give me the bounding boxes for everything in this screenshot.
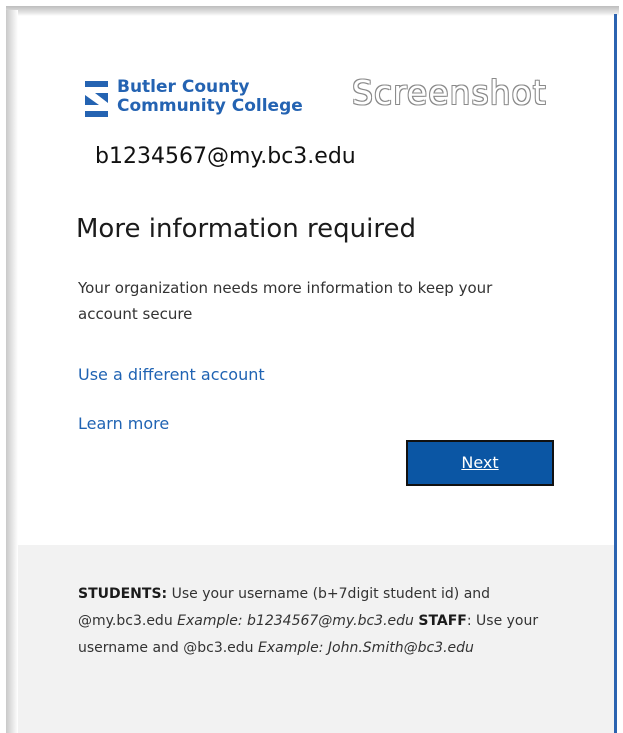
top-edge-shadow: [6, 6, 619, 16]
right-accent-border: [614, 14, 617, 733]
page-title: More information required: [76, 214, 416, 244]
students-example: Example: b1234567@my.bc3.edu: [177, 613, 414, 629]
students-label: STUDENTS:: [78, 586, 168, 602]
account-email: b1234567@my.bc3.edu: [95, 144, 356, 169]
page-description: Your organization needs more information…: [78, 279, 493, 323]
sign-in-card: Butler County Community College Screensh…: [18, 16, 614, 733]
college-name: Butler County Community College: [117, 78, 303, 116]
use-different-account-link[interactable]: Use a different account: [78, 364, 265, 386]
screenshot-watermark: Screenshot: [352, 73, 547, 112]
college-logo: Butler County Community College: [81, 75, 303, 127]
staff-example: Example: John.Smith@bc3.edu: [258, 640, 474, 656]
login-instructions: STUDENTS: Use your username (b+7digit st…: [78, 581, 548, 662]
college-name-line-2: Community College: [117, 96, 303, 116]
college-logo-icon: [85, 81, 108, 117]
next-button[interactable]: Next: [406, 440, 554, 486]
left-edge-shadow: [6, 10, 18, 733]
college-name-line-1: Butler County: [117, 77, 250, 97]
instructions-footer: STUDENTS: Use your username (b+7digit st…: [18, 545, 614, 733]
learn-more-link[interactable]: Learn more: [78, 413, 169, 435]
staff-label: STAFF: [418, 613, 467, 629]
